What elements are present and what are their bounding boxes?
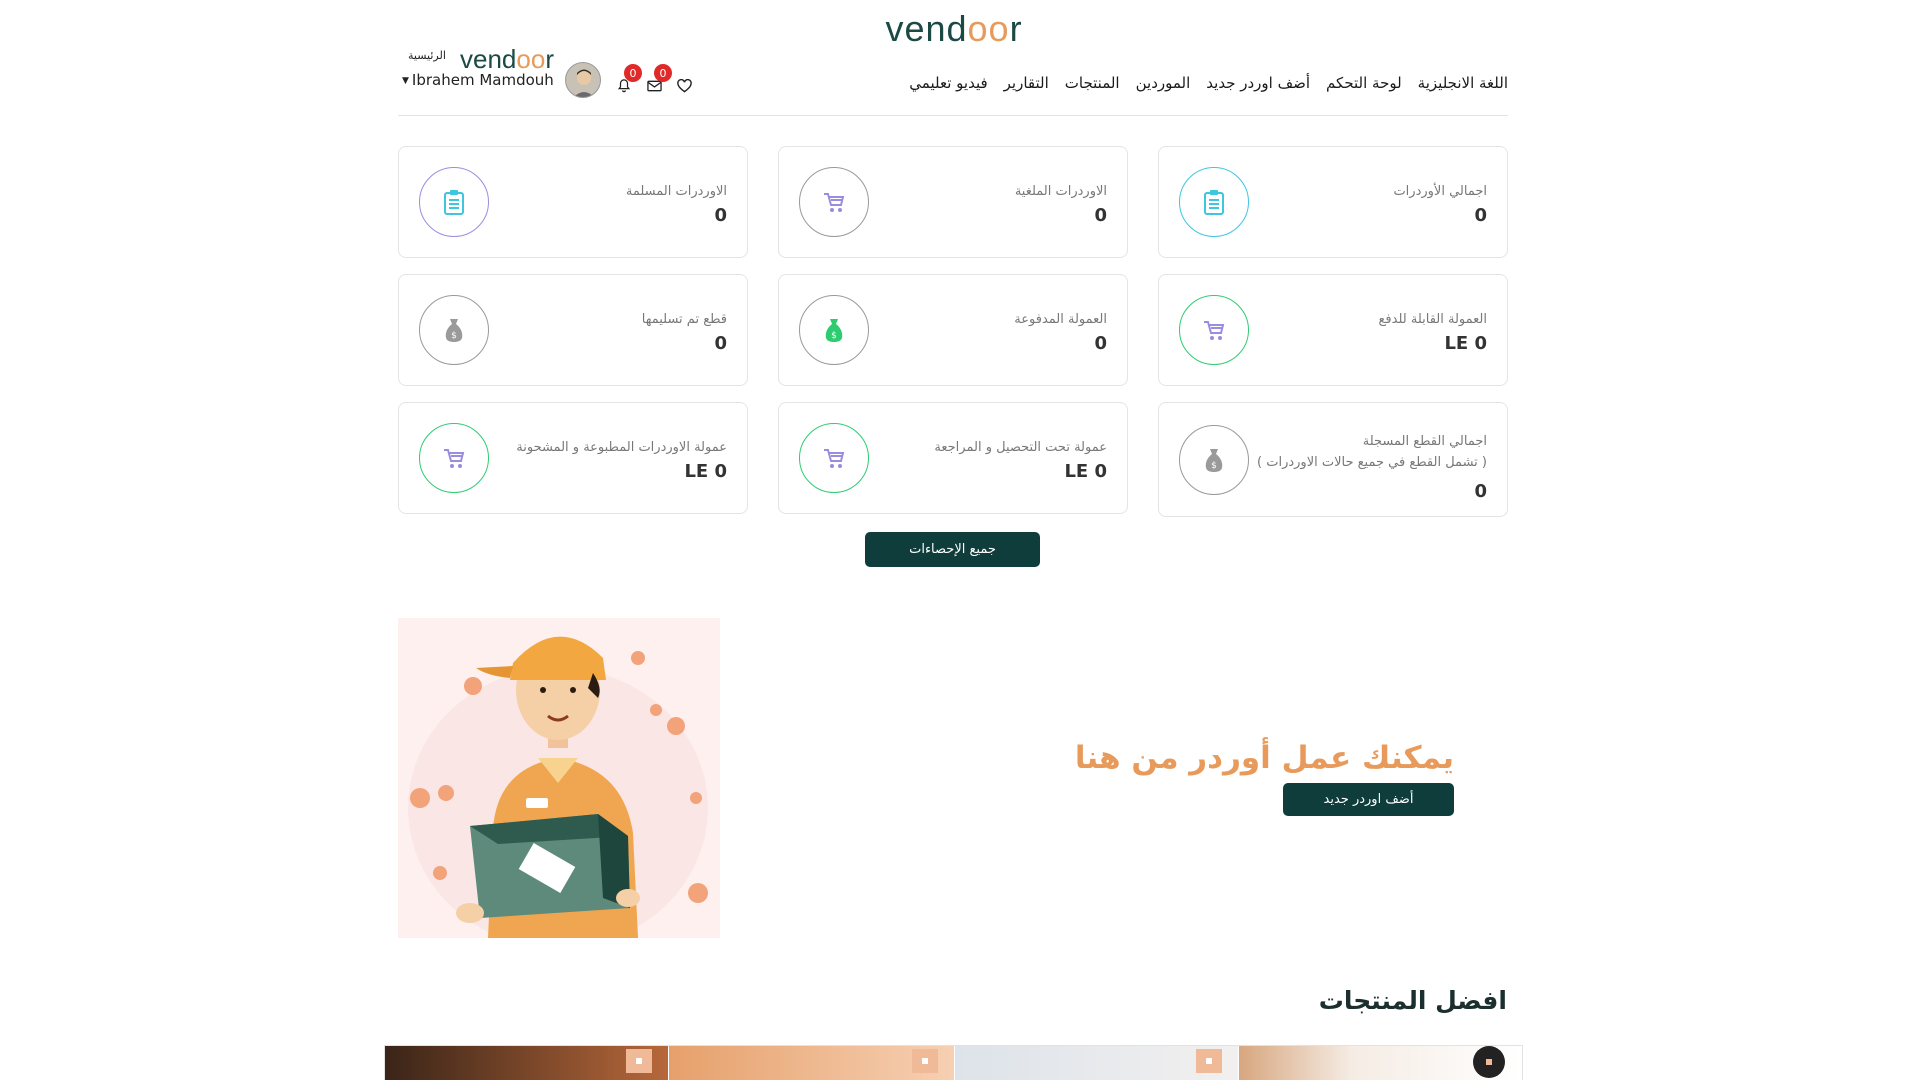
favorites-button[interactable] <box>674 76 694 96</box>
stat-card-delivered-pieces: $ قطع تم تسليمها 0 <box>398 274 748 386</box>
cart-icon <box>824 449 845 468</box>
messages-button[interactable]: 0 <box>644 64 672 96</box>
products-carousel <box>384 1045 1523 1080</box>
stat-card-shipped-commission: عمولة الاوردرات المطبوعة و المشحونة LE 0 <box>398 402 748 514</box>
user-name: Ibrahem Mamdouh <box>411 71 554 89</box>
svg-text:$: $ <box>451 331 457 341</box>
best-products-title: افضل المنتجات <box>1318 986 1507 1015</box>
money-bag-icon: $ <box>825 319 843 342</box>
notifications-button[interactable]: 0 <box>614 64 642 96</box>
header: الرئيسية vendoor ▼ Ibrahem Mamdouh 0 0 ال… <box>398 44 1508 116</box>
nav-products[interactable]: المنتجات <box>1065 74 1120 92</box>
nav-dashboard[interactable]: لوحة التحكم <box>1326 74 1402 92</box>
svg-text:$: $ <box>831 331 837 341</box>
stat-label: عمولة تحت التحصيل و المراجعة <box>934 440 1107 455</box>
stat-card-total-pieces: $ اجمالي القطع المسجلة ( تشمل القطع في ج… <box>1158 402 1508 517</box>
cart-icon <box>1204 321 1225 340</box>
nav-english-language[interactable]: اللغة الانجليزية <box>1418 74 1508 92</box>
stat-label: الاوردرات الملغية <box>1014 184 1107 199</box>
stat-label: اجمالي القطع المسجلة ( تشمل القطع في جمي… <box>1247 431 1487 473</box>
stat-value: 0 <box>714 333 727 354</box>
stat-icon-circle <box>1179 167 1249 237</box>
stat-card-delivered-orders: الاوردرات المسلمة 0 <box>398 146 748 258</box>
stat-value: LE 0 <box>684 461 727 482</box>
nav-tutorial-video[interactable]: فيديو تعليمي <box>909 74 987 92</box>
envelope-icon <box>646 80 662 92</box>
cart-icon <box>824 193 845 212</box>
add-order-button[interactable]: أضف اوردر جديد <box>1283 783 1454 816</box>
product-card[interactable] <box>955 1046 1239 1080</box>
stat-card-total-orders: اجمالي الأوردرات 0 <box>1158 146 1508 258</box>
user-menu-toggle[interactable]: ▼ Ibrahem Mamdouh <box>402 71 554 89</box>
stat-label: العمولة القابلة للدفع <box>1378 312 1488 327</box>
stat-card-paid-commission: $ العمولة المدفوعة 0 <box>778 274 1128 386</box>
stat-card-cancelled-orders: الاوردرات الملغية 0 <box>778 146 1128 258</box>
stat-label: العمولة المدفوعة <box>1014 312 1107 327</box>
caret-down-icon: ▼ <box>402 76 409 86</box>
main-nav: اللغة الانجليزية لوحة التحكم أضف اوردر ج… <box>909 74 1508 92</box>
stat-value: LE 0 <box>1444 333 1487 354</box>
money-bag-icon: $ <box>445 319 463 342</box>
cart-icon <box>444 449 465 468</box>
cart-tag-icon[interactable] <box>1473 1046 1505 1078</box>
stat-value: 0 <box>1094 333 1107 354</box>
all-stats-button[interactable]: جميع الإحصاءات <box>865 532 1040 567</box>
stat-icon-circle <box>1179 295 1249 365</box>
stat-icon-circle: $ <box>1179 425 1249 495</box>
nav-reports[interactable]: التقارير <box>1004 74 1049 92</box>
stat-icon-circle <box>419 423 489 493</box>
stat-label: الاوردرات المسلمة <box>625 184 727 199</box>
stat-sublabel: ( تشمل القطع في جميع حالات الاوردرات ) <box>1257 455 1487 470</box>
clipboard-icon <box>444 190 464 215</box>
stat-value: 0 <box>714 205 727 226</box>
messages-badge: 0 <box>654 64 672 82</box>
home-link[interactable]: الرئيسية <box>408 49 446 62</box>
stat-icon-circle <box>799 167 869 237</box>
cart-tag-icon[interactable] <box>1196 1049 1222 1073</box>
nav-add-order[interactable]: أضف اوردر جديد <box>1206 74 1310 92</box>
money-bag-icon: $ <box>1205 449 1223 472</box>
cart-tag-icon[interactable] <box>912 1049 938 1073</box>
stat-card-payable-commission: العمولة القابلة للدفع LE 0 <box>1158 274 1508 386</box>
stat-icon-circle <box>799 423 869 493</box>
stat-value: 0 <box>1094 205 1107 226</box>
hero-title: يمكنك عمل أوردر من هنا <box>1074 740 1454 776</box>
stat-label: اجمالي الأوردرات <box>1393 184 1487 199</box>
heart-icon <box>676 79 692 93</box>
delivery-illustration <box>398 618 720 938</box>
product-card[interactable] <box>385 1046 669 1080</box>
stat-value: 0 <box>1474 481 1487 502</box>
product-card[interactable] <box>1239 1046 1522 1080</box>
svg-text:$: $ <box>1211 461 1217 471</box>
stat-card-commission-under-review: عمولة تحت التحصيل و المراجعة LE 0 <box>778 402 1128 514</box>
cart-tag-icon[interactable] <box>626 1049 652 1073</box>
stat-value: LE 0 <box>1064 461 1107 482</box>
clipboard-icon <box>1204 190 1224 215</box>
stat-icon-circle <box>419 167 489 237</box>
stat-label: قطع تم تسليمها <box>641 312 727 327</box>
notifications-badge: 0 <box>624 64 642 82</box>
stat-icon-circle: $ <box>419 295 489 365</box>
avatar[interactable] <box>565 62 601 98</box>
nav-suppliers[interactable]: الموردين <box>1136 74 1191 92</box>
stat-icon-circle: $ <box>799 295 869 365</box>
stat-label: عمولة الاوردرات المطبوعة و المشحونة <box>516 440 727 455</box>
product-card[interactable] <box>669 1046 955 1080</box>
stat-value: 0 <box>1474 205 1487 226</box>
